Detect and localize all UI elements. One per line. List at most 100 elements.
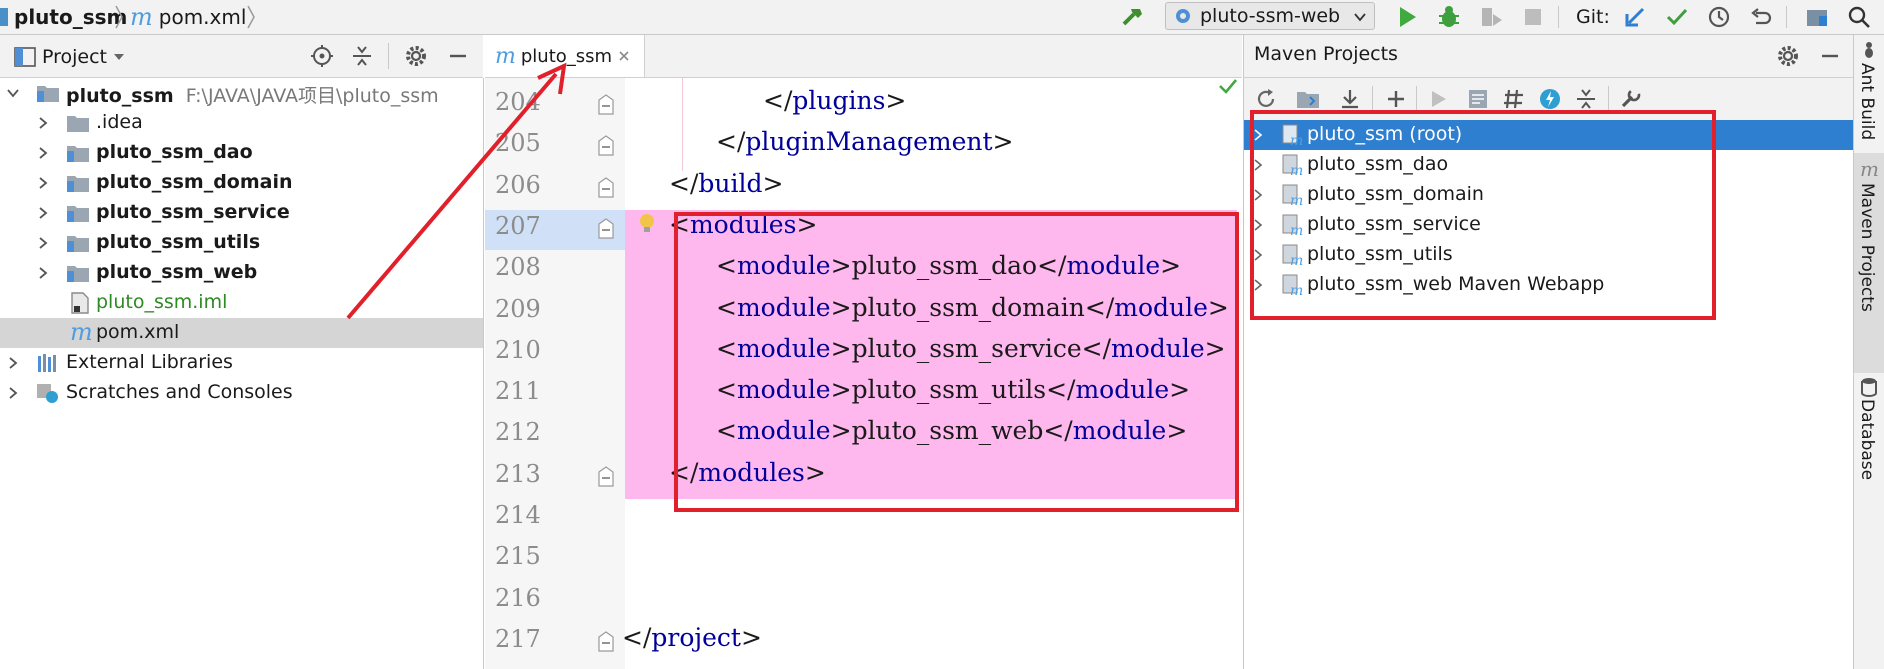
hide-panel-icon[interactable] xyxy=(1818,44,1842,68)
navigation-bar: pluto_ssm m pom.xml pluto-ssm-web Git: xyxy=(0,0,1884,35)
module-folder-icon xyxy=(37,86,59,102)
chevron-right-icon[interactable] xyxy=(36,266,50,280)
project-panel-icon xyxy=(14,47,36,67)
execute-goal-icon[interactable] xyxy=(1466,87,1490,111)
editor-tab-label: pluto_ssm xyxy=(520,45,613,67)
project-structure-icon[interactable] xyxy=(1804,4,1830,30)
fold-marker-icon[interactable] xyxy=(597,94,615,116)
debug-bug-icon[interactable] xyxy=(1436,4,1462,30)
fold-marker-icon[interactable] xyxy=(597,135,615,157)
tree-item-module[interactable]: pluto_ssm_service xyxy=(0,198,483,228)
chevron-right-icon[interactable] xyxy=(36,116,50,130)
collapse-all-icon[interactable] xyxy=(350,44,374,68)
ant-icon xyxy=(1865,42,1873,58)
tree-item-file-selected[interactable]: m pom.xml xyxy=(0,318,483,348)
locate-target-icon[interactable] xyxy=(310,44,334,68)
module-folder-icon xyxy=(67,146,89,162)
tree-item-root[interactable]: pluto_ssm F:\JAVA\JAVA项目\pluto_ssm xyxy=(0,78,483,108)
toolbar-divider xyxy=(1558,6,1559,28)
tree-item-module[interactable]: pluto_ssm_domain xyxy=(0,168,483,198)
code-line: </plugins> xyxy=(763,86,907,115)
database-tab[interactable]: Database xyxy=(1857,399,1877,480)
stop-icon[interactable] xyxy=(1520,4,1546,30)
git-update-arrow-icon[interactable] xyxy=(1622,4,1648,30)
right-tool-window-strip: Ant Build m Maven Projects Database xyxy=(1853,35,1884,669)
editor-tab-pom[interactable]: m pluto_ssm xyxy=(485,35,645,77)
module-folder-icon xyxy=(67,176,89,192)
coverage-icon[interactable] xyxy=(1478,4,1504,30)
indent-guide xyxy=(682,78,683,171)
chevron-right-icon[interactable] xyxy=(36,176,50,190)
tree-item-module[interactable]: pluto_ssm_web xyxy=(0,258,483,288)
project-panel-header: Project xyxy=(0,35,483,78)
run-icon[interactable] xyxy=(1394,4,1420,30)
run-maven-build-icon[interactable] xyxy=(1426,87,1450,111)
maven-settings-wrench-icon[interactable] xyxy=(1618,87,1642,111)
module-folder-icon xyxy=(67,206,89,222)
line-number: 214 xyxy=(495,501,541,529)
maven-file-icon: m xyxy=(130,3,153,31)
hide-panel-icon[interactable] xyxy=(446,44,470,68)
line-number: 206 xyxy=(495,170,541,199)
maven-panel-header: Maven Projects xyxy=(1243,35,1854,78)
download-icon[interactable] xyxy=(1338,87,1362,111)
chevron-right-icon[interactable] xyxy=(36,236,50,250)
toolbar-divider xyxy=(1372,86,1373,112)
line-number: 205 xyxy=(495,129,541,158)
line-number: 210 xyxy=(495,335,541,364)
add-plus-icon[interactable] xyxy=(1384,87,1408,111)
tree-item-module[interactable]: pluto_ssm_dao xyxy=(0,138,483,168)
breadcrumb-project[interactable]: pluto_ssm xyxy=(0,0,127,34)
tree-item-label: Scratches and Consoles xyxy=(66,381,293,403)
breadcrumb-file[interactable]: m pom.xml xyxy=(130,0,246,34)
tree-item-label: pluto_ssm_utils xyxy=(96,231,261,253)
search-icon[interactable] xyxy=(1846,4,1872,30)
tree-item-label: pluto_ssm.iml xyxy=(96,291,228,313)
tree-item-module[interactable]: pluto_ssm_utils xyxy=(0,228,483,258)
fold-marker-icon[interactable] xyxy=(597,176,615,199)
toolbar-divider xyxy=(1786,6,1787,28)
chevron-right-icon[interactable] xyxy=(6,386,20,400)
line-number: 208 xyxy=(495,253,541,282)
gear-icon xyxy=(1176,9,1190,23)
project-view-selector[interactable]: Project xyxy=(14,43,125,71)
fold-marker-icon[interactable] xyxy=(597,631,615,653)
chevron-right-icon[interactable] xyxy=(36,206,50,220)
chevron-right-icon[interactable] xyxy=(6,356,20,370)
settings-gear-icon[interactable] xyxy=(1776,44,1800,68)
tree-item-folder[interactable]: .idea xyxy=(0,108,483,138)
chevron-right-icon[interactable] xyxy=(36,146,50,160)
breadcrumb-project-label: pluto_ssm xyxy=(14,5,128,29)
revert-icon[interactable] xyxy=(1748,4,1774,30)
line-number: 212 xyxy=(495,418,541,447)
iml-file-icon xyxy=(71,292,89,314)
maven-projects-tab[interactable]: Maven Projects xyxy=(1857,183,1877,312)
line-number: 215 xyxy=(495,542,541,571)
tree-item-label: External Libraries xyxy=(66,351,233,373)
fold-marker-icon[interactable] xyxy=(597,465,615,488)
reimport-refresh-icon[interactable] xyxy=(1254,87,1278,111)
history-clock-icon[interactable] xyxy=(1706,4,1732,30)
ant-build-tab[interactable]: Ant Build xyxy=(1857,63,1877,140)
collapse-all-icon[interactable] xyxy=(1574,87,1598,111)
toggle-offline-icon[interactable] xyxy=(1502,87,1526,111)
tree-item-scratches[interactable]: Scratches and Consoles xyxy=(0,378,483,408)
intention-bulb-icon[interactable] xyxy=(637,212,657,236)
generate-sources-icon[interactable] xyxy=(1296,87,1320,111)
run-configuration-select[interactable]: pluto-ssm-web xyxy=(1165,2,1375,30)
tree-item-file[interactable]: pluto_ssm.iml xyxy=(0,288,483,318)
line-number: 207 xyxy=(495,211,541,240)
fold-marker-icon[interactable] xyxy=(597,218,615,240)
skip-tests-lightning-icon[interactable] xyxy=(1538,87,1562,111)
git-commit-check-icon[interactable] xyxy=(1664,4,1690,30)
header-divider xyxy=(388,43,389,69)
tree-item-label: pluto_ssm_web xyxy=(96,261,258,283)
chevron-down-icon[interactable] xyxy=(6,86,20,100)
build-hammer-icon[interactable] xyxy=(1120,4,1146,30)
settings-gear-icon[interactable] xyxy=(404,44,428,68)
project-tree: pluto_ssm F:\JAVA\JAVA项目\pluto_ssm .idea … xyxy=(0,78,484,669)
maven-file-icon: m xyxy=(70,318,93,346)
editor-tab-bar: m pluto_ssm xyxy=(485,35,1242,78)
tree-item-libraries[interactable]: External Libraries xyxy=(0,348,483,378)
close-icon[interactable] xyxy=(617,49,631,63)
